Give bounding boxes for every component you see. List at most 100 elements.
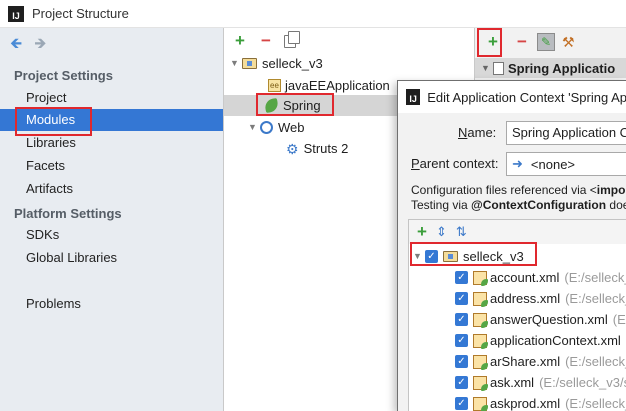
- window-title: Project Structure: [32, 6, 129, 21]
- module-folder-icon: [443, 251, 458, 262]
- checkbox-checked-icon[interactable]: ✓: [455, 334, 468, 347]
- context-name: Spring Applicatio: [508, 60, 616, 76]
- files-module-node[interactable]: ▼ ✓ selleck_v3: [413, 246, 524, 267]
- module-name: selleck_v3: [262, 56, 323, 71]
- file-row[interactable]: ✓ arShare.xml (E:/selleck_: [455, 351, 626, 372]
- dialog-title: Edit Application Context 'Spring Ap: [427, 89, 626, 105]
- spring-xml-icon: [473, 354, 488, 370]
- checkbox-checked-icon[interactable]: ✓: [455, 355, 468, 368]
- file-path: (E:/selleck_: [565, 354, 626, 369]
- file-path: (E:/selleck_: [565, 396, 626, 411]
- context-row[interactable]: ▼ Spring Applicatio: [475, 58, 626, 78]
- file-name: arShare.xml: [490, 354, 561, 369]
- file-path: (E:/: [612, 312, 626, 327]
- edit-context-dialog: IJ Edit Application Context 'Spring Ap N…: [397, 80, 626, 411]
- sidebar-item-facets[interactable]: Facets: [0, 155, 223, 177]
- expand-all-icon[interactable]: ⇕: [436, 224, 447, 240]
- module-name: selleck_v3: [463, 249, 524, 264]
- files-toolbar: + ⇕ ⇅: [409, 220, 626, 244]
- dialog-titlebar: IJ Edit Application Context 'Spring Ap: [398, 81, 626, 113]
- spring-xml-icon: [473, 333, 488, 349]
- tree-node-struts[interactable]: ⚙ Struts 2: [286, 138, 348, 159]
- parent-context-value: <none>: [530, 156, 576, 172]
- checkbox-checked-icon[interactable]: ✓: [455, 271, 468, 284]
- file-path: (E:/selleck_: [565, 291, 626, 306]
- checkbox-checked-icon[interactable]: ✓: [455, 292, 468, 305]
- add-context-icon[interactable]: +: [485, 33, 501, 51]
- tree-node-javaee[interactable]: ee javaEEApplication: [268, 75, 390, 96]
- file-row[interactable]: ✓ askprod.xml (E:/selleck_: [455, 393, 626, 411]
- forward-arrow-icon[interactable]: 🡺: [34, 36, 46, 52]
- sidebar-item-libraries[interactable]: Libraries: [0, 132, 223, 154]
- contexts-toolbar: + − ✎ ⚒: [475, 28, 626, 56]
- checkbox-checked-icon[interactable]: ✓: [425, 250, 438, 263]
- expand-arrow-icon[interactable]: ▼: [230, 53, 242, 74]
- intellij-logo-icon: IJ: [406, 89, 421, 105]
- arrow-right-icon: ➜: [512, 156, 523, 171]
- checkbox-checked-icon[interactable]: ✓: [455, 376, 468, 389]
- web-icon: [260, 121, 273, 134]
- edit-pencil-icon[interactable]: ✎: [537, 33, 555, 51]
- expand-arrow-icon[interactable]: ▼: [481, 63, 493, 73]
- spring-xml-icon: [473, 270, 488, 286]
- module-folder-icon: [242, 58, 257, 69]
- info-line-1: Configuration files referenced via <impo…: [411, 183, 626, 197]
- tree-node-web[interactable]: ▼ Web: [248, 117, 305, 138]
- file-name: askprod.xml: [490, 396, 561, 411]
- name-label: Name:: [458, 125, 497, 140]
- file-row[interactable]: ✓ ask.xml (E:/selleck_v3/s: [455, 372, 626, 393]
- sidebar-item-project[interactable]: Project: [0, 87, 223, 109]
- file-name: address.xml: [490, 291, 561, 306]
- javaee-icon: ee: [268, 79, 281, 92]
- collapse-all-icon[interactable]: ⇅: [456, 224, 467, 240]
- section-platform-settings: Platform Settings: [14, 206, 122, 221]
- parent-context-select[interactable]: ➜ <none>: [506, 152, 626, 176]
- tree-node-module[interactable]: ▼ selleck_v3: [230, 53, 323, 74]
- settings-sidebar: 🡸 🡺 Project Settings Project Modules Lib…: [0, 28, 224, 411]
- navigation-arrows: 🡸 🡺: [10, 36, 46, 52]
- file-name: ask.xml: [490, 375, 535, 390]
- checkbox-checked-icon[interactable]: ✓: [455, 313, 468, 326]
- window-titlebar: IJ Project Structure: [0, 0, 626, 28]
- spring-xml-icon: [473, 291, 488, 307]
- modules-toolbar: + −: [232, 28, 300, 54]
- tree-node-label: Spring: [283, 98, 321, 113]
- file-row[interactable]: ✓ answerQuestion.xml (E:/: [455, 309, 626, 330]
- file-row[interactable]: ✓ account.xml (E:/selleck_: [455, 267, 626, 288]
- copy-icon[interactable]: [284, 30, 300, 48]
- tree-node-label: Web: [278, 120, 305, 135]
- parent-context-label: Parent context:: [411, 156, 499, 171]
- tree-node-label: Struts 2: [303, 141, 349, 156]
- sidebar-item-global-libraries[interactable]: Global Libraries: [0, 247, 223, 269]
- name-field[interactable]: Spring Application C: [506, 121, 626, 145]
- section-project-settings: Project Settings: [14, 68, 113, 83]
- file-name: account.xml: [490, 270, 560, 285]
- file-row[interactable]: ✓ applicationContext.xml: [455, 330, 626, 351]
- remove-context-icon[interactable]: −: [514, 33, 530, 51]
- file-name: answerQuestion.xml: [490, 312, 608, 327]
- sidebar-item-modules[interactable]: Modules: [0, 109, 223, 131]
- xml-file-icon: [493, 61, 504, 75]
- intellij-logo-icon: IJ: [8, 5, 24, 22]
- file-name: applicationContext.xml: [490, 333, 621, 348]
- spring-xml-icon: [473, 312, 488, 328]
- checkbox-checked-icon[interactable]: ✓: [455, 397, 468, 410]
- file-path: (E:/selleck_: [564, 270, 626, 285]
- file-row[interactable]: ✓ address.xml (E:/selleck_: [455, 288, 626, 309]
- info-line-2: Testing via @ContextConfiguration does: [411, 198, 626, 212]
- tools-icon[interactable]: ⚒: [562, 34, 575, 51]
- sidebar-item-problems[interactable]: Problems: [0, 293, 223, 315]
- add-icon[interactable]: +: [417, 223, 427, 241]
- file-path: (E:/selleck_v3/s: [539, 375, 626, 390]
- expand-arrow-icon[interactable]: ▼: [248, 117, 260, 138]
- gear-icon: ⚙: [286, 140, 299, 157]
- tree-node-label: javaEEApplication: [285, 78, 390, 93]
- back-arrow-icon[interactable]: 🡸: [10, 36, 22, 52]
- expand-arrow-icon[interactable]: ▼: [413, 246, 425, 267]
- spring-xml-icon: [473, 396, 488, 411]
- add-icon[interactable]: +: [232, 32, 248, 50]
- spring-leaf-icon: [263, 97, 280, 114]
- remove-icon[interactable]: −: [258, 32, 274, 50]
- sidebar-item-sdks[interactable]: SDKs: [0, 224, 223, 246]
- sidebar-item-artifacts[interactable]: Artifacts: [0, 178, 223, 200]
